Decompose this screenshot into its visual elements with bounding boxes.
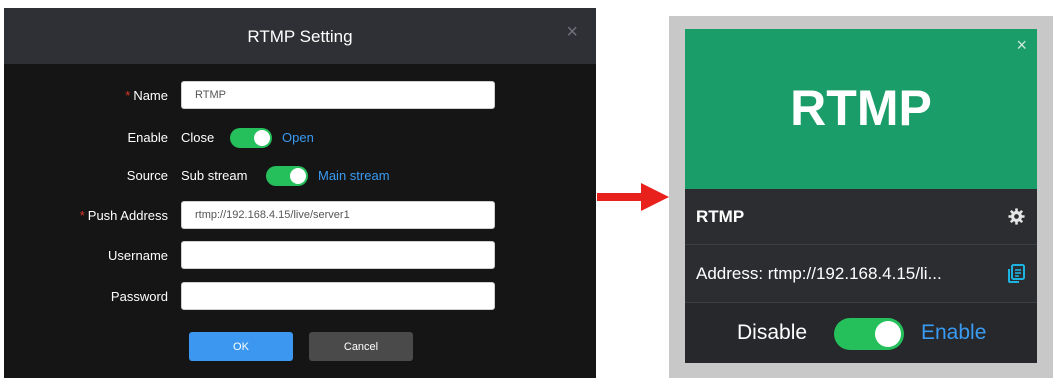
card-toggle-row: Disable Enable (685, 303, 1037, 363)
card-enable-toggle[interactable] (834, 318, 904, 350)
source-toggle[interactable] (266, 166, 308, 186)
toggle-knob (290, 168, 306, 184)
ok-button[interactable]: OK (189, 332, 293, 361)
arrow-right-icon (597, 183, 669, 211)
dialog-header: RTMP Setting × (4, 8, 596, 64)
card-disable-text: Disable (737, 321, 808, 344)
password-input[interactable] (181, 282, 495, 310)
enable-row: Enable Close Open (4, 123, 596, 153)
dialog-title: RTMP Setting (247, 27, 353, 46)
name-label-text: Name (133, 88, 168, 103)
card-name-row: RTMP (685, 190, 1037, 244)
required-mark: * (79, 208, 85, 223)
push-address-input[interactable] (181, 201, 495, 229)
push-address-label: * Push Address (80, 201, 168, 231)
close-icon[interactable]: × (566, 22, 578, 42)
rtmp-card: RTMP × RTMP Address: rtmp://192.168.4.15… (685, 29, 1037, 363)
toggle-knob (875, 321, 901, 347)
password-label: Password (110, 289, 168, 304)
name-label: * Name (125, 81, 168, 111)
name-input[interactable] (181, 81, 495, 109)
name-row: * Name (4, 81, 596, 111)
copy-icon[interactable] (1007, 264, 1025, 283)
rtmp-setting-dialog: RTMP Setting × *Name Enable Close Open S… (4, 8, 596, 378)
cancel-button[interactable]: Cancel (309, 332, 413, 361)
source-row: Source Sub stream Main stream (4, 161, 596, 191)
card-address-row: Address: rtmp://192.168.4.15/li... (685, 245, 1037, 302)
enable-label: Enable (127, 130, 168, 145)
enable-on-text: Open (282, 130, 314, 145)
push-address-label-text: Push Address (87, 208, 168, 223)
toggle-knob (254, 130, 270, 146)
required-mark: * (125, 88, 131, 103)
card-enable-text: Enable (921, 321, 987, 344)
gear-icon[interactable] (1008, 208, 1025, 225)
card-big-title: RTMP (790, 80, 932, 136)
card-address: Address: rtmp://192.168.4.15/li... (696, 264, 942, 283)
source-on-text: Main stream (318, 168, 390, 183)
username-label: Username (108, 248, 168, 263)
card-header: RTMP × (685, 29, 1037, 189)
password-row: Password (4, 282, 596, 312)
card-name: RTMP (696, 207, 745, 226)
username-input[interactable] (181, 241, 495, 269)
source-label: Source (126, 168, 168, 183)
enable-off-text: Close (181, 130, 215, 145)
close-icon[interactable]: × (1016, 35, 1027, 56)
username-row: Username (4, 241, 596, 271)
enable-toggle[interactable] (230, 128, 272, 148)
source-off-text: Sub stream (181, 168, 248, 183)
push-address-row: * Push Address (4, 201, 596, 231)
